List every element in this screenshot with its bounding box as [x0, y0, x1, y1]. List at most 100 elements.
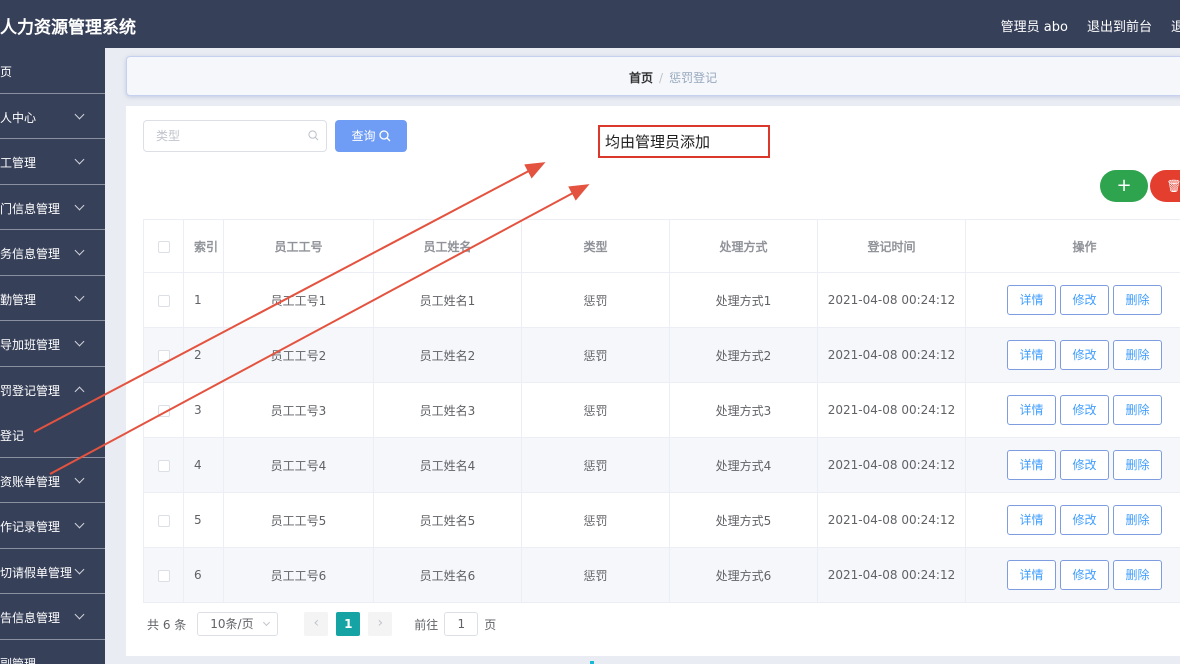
chevron-up-icon — [74, 386, 85, 396]
page-size-select[interactable]: 10条/页 — [197, 612, 279, 636]
breadcrumb-separator: / — [659, 71, 664, 85]
delete-button[interactable]: 删除 — [1113, 450, 1162, 480]
detail-button[interactable]: 详情 — [1007, 450, 1056, 480]
cell-method: 处理方式3 — [669, 382, 818, 438]
row-checkbox[interactable] — [157, 294, 170, 307]
row-select-cell — [143, 437, 184, 493]
cell-emp-no: 员工工号5 — [223, 492, 374, 548]
sidebar-item-reward-punish[interactable]: 罚登记管理 — [0, 367, 105, 413]
query-button[interactable]: 查询 — [335, 120, 407, 152]
row-checkbox[interactable] — [157, 514, 170, 527]
cell-type: 惩罚 — [521, 327, 670, 383]
cell-method: 处理方式2 — [669, 327, 818, 383]
sidebar-item-label: 导加班管理 — [0, 338, 61, 352]
admin-user-link[interactable]: 管理员 abo — [1001, 16, 1068, 35]
edit-button[interactable]: 修改 — [1060, 560, 1109, 590]
cell-index: 4 — [183, 437, 224, 493]
cell-time: 2021-04-08 00:24:12 — [817, 547, 966, 603]
table-row: 5 员工工号5 员工姓名5 惩罚 处理方式5 2021-04-08 00:24:… — [143, 492, 1180, 548]
add-button[interactable]: + — [1100, 170, 1148, 202]
row-select-cell — [143, 547, 184, 603]
edit-button[interactable]: 修改 — [1060, 505, 1109, 535]
cell-index: 3 — [183, 382, 224, 438]
breadcrumb-home[interactable]: 首页 — [629, 71, 653, 85]
sidebar-item-system[interactable]: 副管理 — [0, 640, 105, 664]
sidebar-item-department[interactable]: 门信息管理 — [0, 185, 105, 230]
detail-button[interactable]: 详情 — [1007, 340, 1056, 370]
cell-emp-name: 员工姓名5 — [373, 492, 522, 548]
row-checkbox[interactable] — [157, 459, 170, 472]
cell-index: 2 — [183, 327, 224, 383]
cell-method: 处理方式5 — [669, 492, 818, 548]
table-row: 6 员工工号6 员工姓名6 惩罚 处理方式6 2021-04-08 00:24:… — [143, 547, 1180, 603]
select-all-cell — [143, 219, 184, 273]
batch-delete-button[interactable]: 🗑 — [1150, 170, 1180, 202]
prev-page-button[interactable]: ‹ — [304, 612, 329, 636]
sidebar-subitem-punish-register[interactable]: 登记 — [0, 412, 105, 458]
next-page-button[interactable]: › — [368, 612, 393, 636]
search-icon — [308, 130, 319, 141]
sidebar-item-label: 人中心 — [0, 110, 37, 125]
chevron-down-icon — [74, 518, 85, 529]
sidebar-item-label: 页 — [0, 65, 13, 79]
row-checkbox[interactable] — [157, 404, 170, 417]
cell-actions: 详情 修改 删除 — [965, 327, 1180, 383]
detail-button[interactable]: 详情 — [1007, 560, 1056, 590]
delete-button[interactable]: 删除 — [1113, 395, 1162, 425]
select-all-checkbox[interactable] — [157, 240, 170, 253]
sidebar-item-attendance[interactable]: 勤管理 — [0, 276, 105, 321]
page-size-value: 10条/页 — [210, 617, 254, 631]
cell-method: 处理方式1 — [669, 272, 818, 328]
pagination: 共 6 条 10条/页 ‹ 1 › 前往 1 页 — [147, 612, 496, 636]
cell-index: 6 — [183, 547, 224, 603]
sidebar-item-employee[interactable]: 工管理 — [0, 139, 105, 185]
delete-button[interactable]: 删除 — [1113, 505, 1162, 535]
cell-index: 5 — [183, 492, 224, 548]
sidebar: 页 人中心 工管理 门信息管理 务信息管理 勤管理 导加班管理 罚登记管理 登记… — [0, 48, 105, 664]
sidebar-item-notice[interactable]: 告信息管理 — [0, 594, 105, 640]
cell-actions: 详情 修改 删除 — [965, 382, 1180, 438]
cell-type: 惩罚 — [521, 272, 670, 328]
row-checkbox[interactable] — [157, 349, 170, 362]
exit-to-front-link[interactable]: 退出到前台 — [1087, 16, 1152, 35]
cell-time: 2021-04-08 00:24:12 — [817, 382, 966, 438]
sidebar-item-overtime[interactable]: 导加班管理 — [0, 321, 105, 367]
row-select-cell — [143, 272, 184, 328]
delete-button[interactable]: 删除 — [1113, 560, 1162, 590]
cell-emp-name: 员工姓名4 — [373, 437, 522, 493]
sidebar-item-home[interactable]: 页 — [0, 48, 105, 94]
trash-icon: 🗑 — [1166, 179, 1180, 193]
cell-actions: 详情 修改 删除 — [965, 437, 1180, 493]
delete-button[interactable]: 删除 — [1113, 340, 1162, 370]
sidebar-item-label: 务信息管理 — [0, 247, 61, 261]
chevron-down-icon — [263, 618, 271, 627]
edit-button[interactable]: 修改 — [1060, 285, 1109, 315]
table-row: 3 员工工号3 员工姓名3 惩罚 处理方式3 2021-04-08 00:24:… — [143, 382, 1180, 438]
edit-button[interactable]: 修改 — [1060, 450, 1109, 480]
detail-button[interactable]: 详情 — [1007, 285, 1056, 315]
top-bar: 人力资源管理系统 管理员 abo 退出到前台 退出登 — [0, 0, 1180, 48]
sidebar-item-label: 罚登记管理 — [0, 383, 61, 398]
delete-button[interactable]: 删除 — [1113, 285, 1162, 315]
goto-page-input[interactable]: 1 — [444, 612, 479, 636]
sidebar-item-leave[interactable]: 切请假单管理 — [0, 549, 105, 594]
search-type-input[interactable] — [143, 120, 327, 152]
page-number-current[interactable]: 1 — [336, 612, 361, 636]
table-row: 2 员工工号2 员工姓名2 惩罚 处理方式2 2021-04-08 00:24:… — [143, 327, 1180, 383]
sidebar-item-personal-center[interactable]: 人中心 — [0, 94, 105, 139]
detail-button[interactable]: 详情 — [1007, 505, 1056, 535]
breadcrumb: 首页 / 惩罚登记 — [629, 69, 717, 86]
sidebar-item-position[interactable]: 务信息管理 — [0, 230, 105, 276]
row-select-cell — [143, 492, 184, 548]
sidebar-item-label: 告信息管理 — [0, 611, 61, 625]
logout-link[interactable]: 退出登 — [1171, 16, 1180, 35]
detail-button[interactable]: 详情 — [1007, 395, 1056, 425]
sidebar-item-salary[interactable]: 资账单管理 — [0, 458, 105, 503]
edit-button[interactable]: 修改 — [1060, 395, 1109, 425]
edit-button[interactable]: 修改 — [1060, 340, 1109, 370]
cell-actions: 详情 修改 删除 — [965, 272, 1180, 328]
column-header-method: 处理方式 — [669, 219, 818, 273]
search-icon — [378, 130, 390, 142]
sidebar-item-work-record[interactable]: 作记录管理 — [0, 503, 105, 549]
row-checkbox[interactable] — [157, 569, 170, 582]
